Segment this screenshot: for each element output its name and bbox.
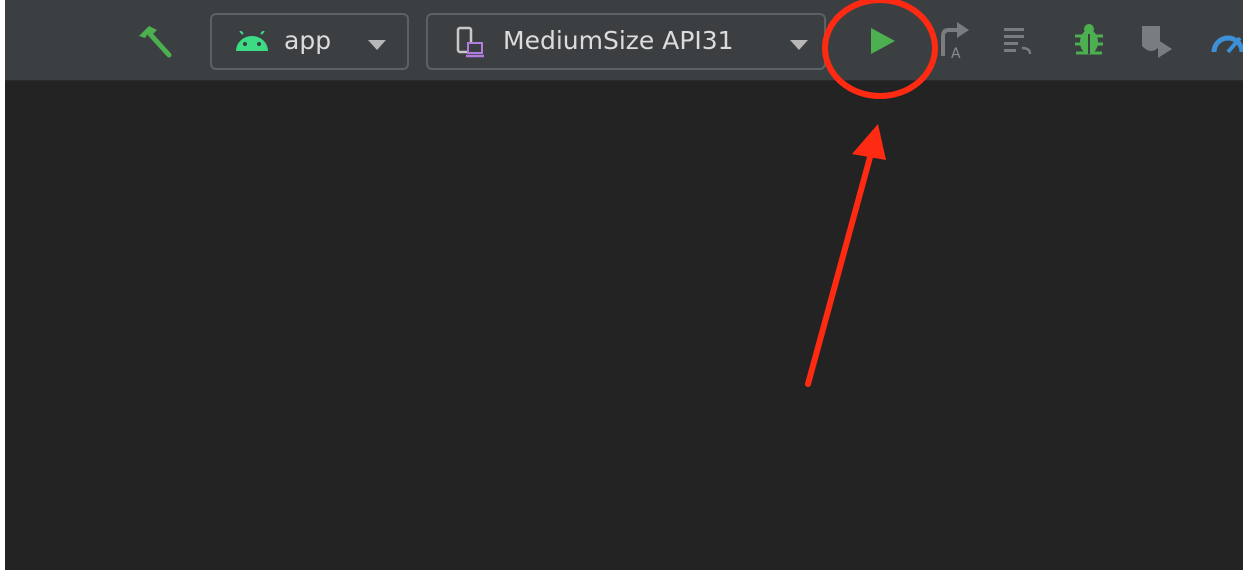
editor-area <box>5 81 1243 570</box>
android-icon <box>236 31 268 51</box>
chevron-down-icon <box>790 40 808 50</box>
device-selector-label: MediumSize API31 <box>503 26 734 55</box>
profiler-icon[interactable] <box>1210 26 1243 56</box>
run-icon[interactable] <box>865 24 899 58</box>
debug-icon[interactable] <box>1072 22 1106 58</box>
chevron-down-icon <box>368 40 386 50</box>
module-selector-label: app <box>284 26 332 55</box>
apply-changes-icon[interactable]: A <box>937 20 971 62</box>
main-toolbar: app MediumSize API31 A <box>5 0 1243 81</box>
attach-debugger-icon[interactable] <box>1138 22 1174 60</box>
device-selector[interactable]: MediumSize API31 <box>426 13 826 70</box>
apply-code-changes-icon[interactable] <box>1002 24 1036 58</box>
svg-text:A: A <box>951 46 961 62</box>
hammer-icon[interactable] <box>135 24 175 60</box>
device-icon <box>456 26 484 58</box>
module-selector[interactable]: app <box>210 13 409 70</box>
ide-window: app MediumSize API31 A <box>5 0 1243 570</box>
